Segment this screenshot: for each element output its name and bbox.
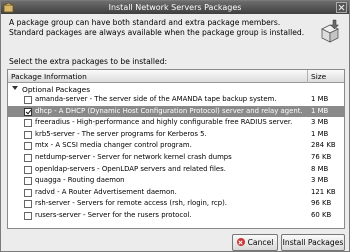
- list-header: Package Information Size: [8, 70, 344, 83]
- package-checkbox[interactable]: [24, 130, 32, 139]
- package-checkbox[interactable]: [24, 177, 32, 186]
- package-checkbox[interactable]: [24, 211, 32, 220]
- column-header-package-information[interactable]: Package Information: [11, 70, 87, 83]
- install-label: Install Packages: [282, 238, 344, 247]
- package-checkbox[interactable]: [24, 200, 32, 209]
- package-name: freeradius - High-performance and highly…: [35, 118, 293, 127]
- package-icon: [3, 2, 14, 13]
- package-size: 3 MB: [311, 118, 329, 127]
- package-name: mtx - A SCSI media changer control progr…: [35, 141, 192, 150]
- package-checkbox[interactable]: [24, 165, 32, 174]
- package-checkbox[interactable]: [24, 188, 32, 197]
- package-size: 1 MB: [311, 106, 329, 115]
- package-name: krb5-server - The server programs for Ke…: [35, 129, 207, 138]
- cancel-label: Cancel: [247, 238, 274, 247]
- package-download-icon: [321, 19, 340, 43]
- cancel-icon: [236, 238, 245, 246]
- package-name: openldap-servers - OpenLDAP servers and …: [35, 164, 226, 173]
- package-name: amanda-server - The server side of the A…: [35, 95, 277, 103]
- package-name: quagga - Routing daemon: [35, 176, 125, 185]
- list-item[interactable]: rusers-server - Server for the rusers pr…: [8, 210, 344, 222]
- close-icon[interactable]: [336, 2, 347, 13]
- list-item[interactable]: mtx - A SCSI media changer control progr…: [8, 140, 344, 152]
- dialog-window: Install Network Servers Packages A packa…: [0, 0, 350, 252]
- window-title: Install Network Servers Packages: [108, 3, 242, 12]
- group-row-optional-packages[interactable]: Optional Packages: [8, 83, 344, 94]
- package-size: 1 MB: [311, 129, 329, 138]
- list-item[interactable]: dhcp - A DHCP (Dynamic Host Configuratio…: [8, 105, 344, 118]
- button-bar: Cancel Install Packages: [1, 233, 350, 252]
- list-item[interactable]: amanda-server - The server side of the A…: [8, 94, 344, 106]
- selection-prompt: Select the extra packages to be installe…: [9, 57, 168, 66]
- package-list[interactable]: Package Information Size Optional Packag…: [7, 69, 345, 229]
- cancel-button[interactable]: Cancel: [232, 234, 278, 251]
- package-name: dhcp - A DHCP (Dynamic Host Configuratio…: [35, 106, 303, 115]
- package-size: 1 MB: [311, 95, 329, 103]
- list-item[interactable]: quagga - Routing daemon 3 MB: [8, 175, 344, 187]
- title-bar[interactable]: Install Network Servers Packages: [1, 1, 349, 14]
- package-size: 60 KB: [311, 210, 332, 219]
- expander-icon[interactable]: [12, 86, 18, 90]
- list-item[interactable]: rsh-server - Servers for remote access (…: [8, 198, 344, 210]
- install-packages-button[interactable]: Install Packages: [281, 234, 345, 251]
- list-item[interactable]: openldap-servers - OpenLDAP servers and …: [8, 164, 344, 176]
- package-checkbox[interactable]: [24, 153, 32, 162]
- package-size: 8 MB: [311, 164, 329, 173]
- package-checkbox[interactable]: [24, 142, 32, 151]
- package-size: 3 MB: [311, 176, 329, 185]
- package-size: 76 KB: [311, 152, 332, 161]
- package-name: rsh-server - Servers for remote access (…: [35, 199, 227, 208]
- list-item[interactable]: netdump-server - Server for network kern…: [8, 152, 344, 164]
- package-checkbox[interactable]: [24, 96, 32, 104]
- package-checkbox[interactable]: [24, 107, 32, 116]
- package-name: radvd - A Router Advertisement daemon.: [35, 187, 177, 196]
- package-name: rusers-server - Server for the rusers pr…: [35, 210, 192, 219]
- description-text: A package group can have both standard a…: [9, 18, 305, 37]
- package-size: 284 KB: [311, 141, 336, 150]
- list-item[interactable]: krb5-server - The server programs for Ke…: [8, 129, 344, 141]
- package-name: netdump-server - Server for network kern…: [35, 152, 232, 161]
- package-size: 121 KB: [311, 187, 336, 196]
- list-item[interactable]: freeradius - High-performance and highly…: [8, 117, 344, 129]
- package-size: 96 KB: [311, 199, 332, 208]
- package-checkbox[interactable]: [24, 119, 32, 128]
- list-item[interactable]: radvd - A Router Advertisement daemon. 12…: [8, 187, 344, 199]
- column-header-size[interactable]: Size: [307, 70, 344, 83]
